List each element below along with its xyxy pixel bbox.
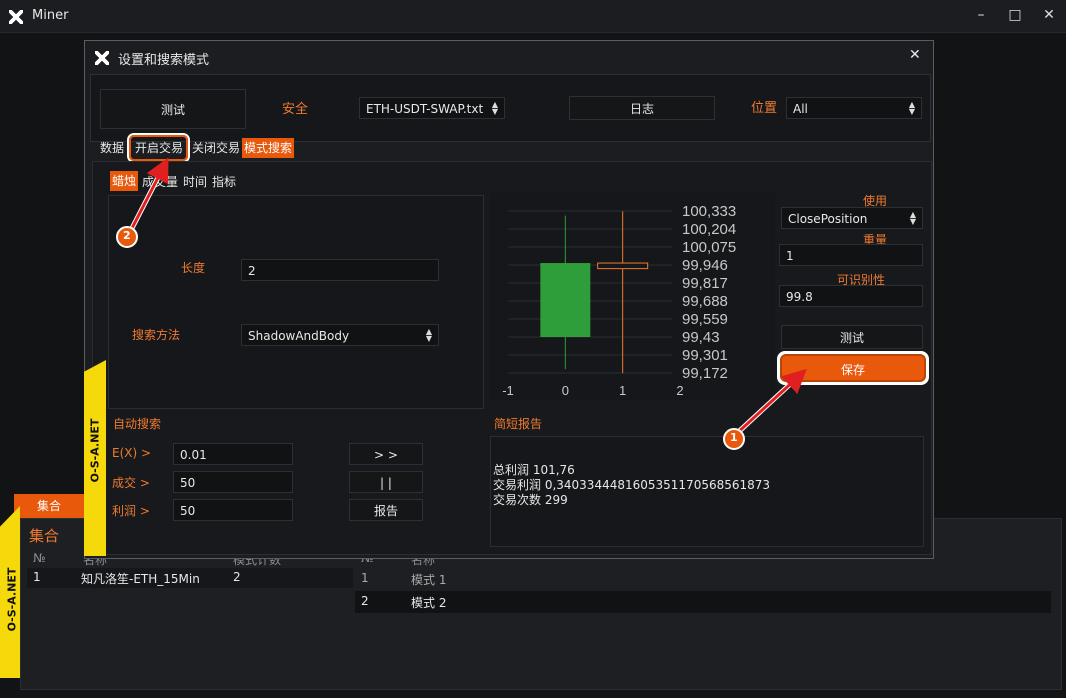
y-tick-label: 99,688 xyxy=(682,293,728,310)
candle-body xyxy=(540,263,591,337)
tab-close-trade[interactable]: 关闭交易 xyxy=(189,138,243,158)
use-value: ClosePosition xyxy=(788,212,868,226)
collection-title: 集合 xyxy=(29,527,60,545)
pattern-params-panel xyxy=(108,195,484,409)
x-tick-label: 0 xyxy=(562,383,569,398)
length-input[interactable]: 2 xyxy=(241,259,439,281)
row-name: 知凡洛笙-ETH_15Min xyxy=(81,572,200,586)
badge-2-number: 2 xyxy=(123,229,131,242)
y-tick-label: 99,301 xyxy=(682,347,728,364)
badge-1-number: 1 xyxy=(730,431,738,444)
ex-label: E(X) > xyxy=(112,446,152,460)
x-tick-label: -1 xyxy=(502,383,514,398)
tab-collection[interactable]: 集合 xyxy=(14,494,84,518)
app-logo-icon xyxy=(9,10,23,24)
y-tick-label: 99,817 xyxy=(682,275,728,292)
report-button[interactable]: 报告 xyxy=(349,499,423,521)
profit-label: 利润 > xyxy=(112,504,150,518)
ex-input[interactable]: 0.01 xyxy=(173,443,293,465)
position-value: All xyxy=(793,102,808,116)
y-tick-label: 100,333 xyxy=(682,203,736,220)
tab-data[interactable]: 数据 xyxy=(96,138,128,158)
y-tick-label: 99,559 xyxy=(682,311,728,328)
search-method-value: ShadowAndBody xyxy=(248,329,350,343)
tab-pattern-search[interactable]: 模式搜索 xyxy=(242,138,294,158)
position-label: 位置 xyxy=(751,101,778,116)
report-line-trade-profit: 交易利润 0,34033444816053511705685618​73 xyxy=(493,478,771,492)
subtab-candle[interactable]: 蜡烛 xyxy=(110,171,138,191)
table-row[interactable]: 1 知凡洛笙-ETH_15Min 2 xyxy=(27,568,353,588)
security-value: ETH-USDT-SWAP.txt xyxy=(366,102,484,116)
top-toolbar: 测试 安全 ETH-USDT-SWAP.txt ▲ ▼ 日志 位置 All ▲ ▼ xyxy=(90,74,931,142)
profit-input[interactable]: 50 xyxy=(173,499,293,521)
position-select[interactable]: All ▲ ▼ xyxy=(786,97,922,119)
test-button-top[interactable]: 测试 xyxy=(100,89,246,129)
subtab-indicator[interactable]: 指标 xyxy=(210,172,238,192)
row-name: 模式 1 xyxy=(411,573,447,587)
auto-search-title: 自动搜索 xyxy=(113,417,162,431)
candle-chart: 100,333100,204100,07599,94699,81799,6889… xyxy=(490,193,775,401)
weight-input[interactable]: 1 xyxy=(779,244,923,266)
main-titlebar: Miner – □ ✕ xyxy=(0,0,1066,33)
maximize-button[interactable]: □ xyxy=(1000,0,1030,30)
search-method-select[interactable]: ShadowAndBody ▲ ▼ xyxy=(241,324,439,346)
y-tick-label: 100,075 xyxy=(682,239,736,256)
x-tick-label: 2 xyxy=(676,383,683,398)
y-tick-label: 100,204 xyxy=(682,221,736,238)
spin-arrows-icon: ▲ ▼ xyxy=(425,327,432,343)
spin-arrows-icon: ▲ ▼ xyxy=(909,210,916,226)
log-button[interactable]: 日志 xyxy=(569,96,715,120)
use-select[interactable]: ClosePosition ▲ ▼ xyxy=(781,207,923,229)
report-line-total-profit: 总利润 101,76 xyxy=(493,463,575,477)
security-select[interactable]: ETH-USDT-SWAP.txt ▲ ▼ xyxy=(359,97,505,119)
save-button[interactable]: 保存 xyxy=(780,354,926,382)
y-tick-label: 99,172 xyxy=(682,365,728,382)
x-tick-label: 1 xyxy=(619,383,626,398)
row-number: 2 xyxy=(361,594,369,608)
row-name: 模式 2 xyxy=(411,596,447,610)
deals-label: 成交 > xyxy=(112,476,150,490)
deals-input[interactable]: 50 xyxy=(173,471,293,493)
candle-body xyxy=(597,262,649,270)
dialog-close-icon[interactable]: ✕ xyxy=(909,47,921,63)
y-tick-label: 99,946 xyxy=(682,257,728,274)
table-row[interactable]: 2 模式 2 xyxy=(355,591,1051,613)
table-row[interactable]: 1 模式 1 xyxy=(355,568,1051,590)
spin-arrows-icon: ▲ ▼ xyxy=(908,100,915,116)
test-button[interactable]: 测试 xyxy=(781,325,923,349)
subtab-volume[interactable]: 成交量 xyxy=(139,172,181,192)
report-box: 总利润 101,76 交易利润 0,3403344481605351170568… xyxy=(490,436,924,547)
col-header-number: № xyxy=(33,551,46,565)
recognition-input[interactable]: 99.8 xyxy=(779,285,923,307)
app-title: Miner xyxy=(32,8,69,23)
row-number: 1 xyxy=(361,571,369,585)
security-label: 安全 xyxy=(282,102,309,117)
row-number: 1 xyxy=(33,570,41,584)
dialog-title: 设置和搜索模式 xyxy=(118,53,210,68)
minimize-button[interactable]: – xyxy=(966,0,996,30)
search-method-label: 搜索方法 xyxy=(132,328,181,342)
next-button[interactable]: > > xyxy=(349,443,423,465)
report-title: 简短报告 xyxy=(494,417,543,431)
report-text: 总利润 101,76 交易利润 0,3403344481605351170568… xyxy=(493,463,770,508)
row-pattern-count: 2 xyxy=(233,570,241,584)
osa-banner-dialog-text: O-S-A.NET xyxy=(88,418,102,483)
spin-arrows-icon: ▲ ▼ xyxy=(491,100,498,116)
length-label: 长度 xyxy=(181,261,206,275)
close-button[interactable]: ✕ xyxy=(1034,0,1064,30)
osa-banner-text: O-S-A.NET xyxy=(5,567,19,632)
report-line-trade-count: 交易次数 299 xyxy=(493,493,568,507)
y-tick-label: 99,43 xyxy=(682,329,720,346)
settings-dialog: 设置和搜索模式 ✕ 测试 安全 ETH-USDT-SWAP.txt ▲ ▼ 日志 … xyxy=(84,40,934,559)
tab-highlight-ring xyxy=(129,135,188,161)
pause-button[interactable]: | | xyxy=(349,471,423,493)
subtab-time[interactable]: 时间 xyxy=(181,172,209,192)
dialog-titlebar: 设置和搜索模式 ✕ xyxy=(85,41,933,73)
dialog-logo-icon xyxy=(95,51,109,65)
